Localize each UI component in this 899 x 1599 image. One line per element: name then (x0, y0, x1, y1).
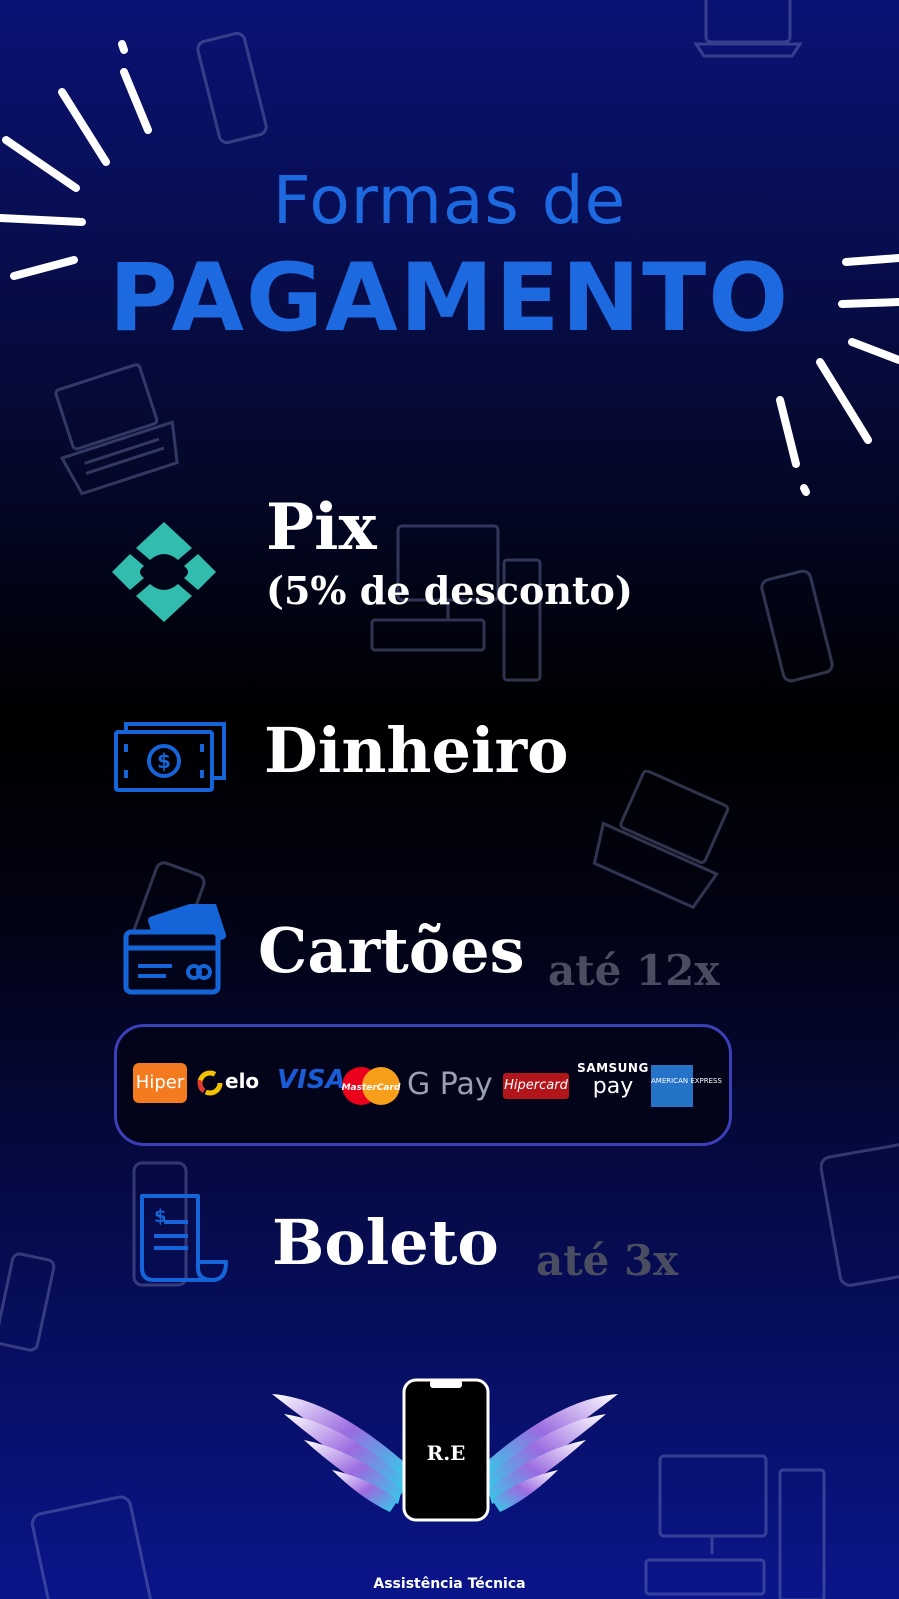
payment-methods-poster: Formas de PAGAMENTO Pix (5% de desconto)… (0, 0, 899, 1599)
re-winged-phone-logo: R.E (272, 1378, 618, 1522)
tablet-icon (820, 1143, 899, 1287)
svg-text:$: $ (157, 749, 171, 773)
pix-icon (112, 522, 216, 622)
mastercard-logo-icon: MasterCard (342, 1067, 401, 1105)
smartphone-icon (760, 569, 834, 683)
payment-label-cartoes: Cartões (258, 914, 525, 987)
boleto-icon: $ (140, 1194, 228, 1282)
payment-label-boleto: Boleto (272, 1206, 499, 1279)
logo-monogram: R.E (427, 1441, 466, 1465)
brand-samsung-pay: SAMSUNG pay (577, 1061, 649, 1099)
samsung-pay-top: SAMSUNG (577, 1061, 649, 1075)
brand-elo: elo (225, 1069, 260, 1093)
pix-discount-note: (5% de desconto) (266, 568, 633, 613)
smartphone-icon (0, 1252, 56, 1352)
brand-hipercard: Hipercard (503, 1073, 569, 1099)
credit-card-icon (123, 904, 226, 995)
logo-caption: Assistência Técnica (373, 1576, 526, 1592)
laptop-icon (592, 770, 730, 910)
title-line-1: Formas de (272, 162, 627, 239)
brand-mastercard: MasterCard (342, 1083, 401, 1093)
brand-hiper: Hiper (133, 1063, 187, 1103)
elo-logo-icon (197, 1070, 223, 1096)
brand-gpay: G Pay (407, 1067, 493, 1102)
svg-text:$: $ (154, 1206, 167, 1227)
boleto-installments: até 3x (536, 1236, 679, 1285)
card-brands-panel: Hiper elo VISA MasterCard G Pay Hipercar… (114, 1024, 732, 1146)
cartoes-installments: até 12x (548, 946, 720, 995)
cash-icon: $ (114, 722, 226, 792)
brand-visa: VISA (277, 1065, 346, 1095)
payment-label-dinheiro: Dinheiro (264, 714, 569, 787)
title-line-2: PAGAMENTO (108, 244, 791, 353)
brand-amex: AMERICAN EXPRESS (651, 1065, 722, 1107)
samsung-pay-bottom: pay (592, 1074, 634, 1099)
payment-label-pix: Pix (266, 490, 377, 565)
